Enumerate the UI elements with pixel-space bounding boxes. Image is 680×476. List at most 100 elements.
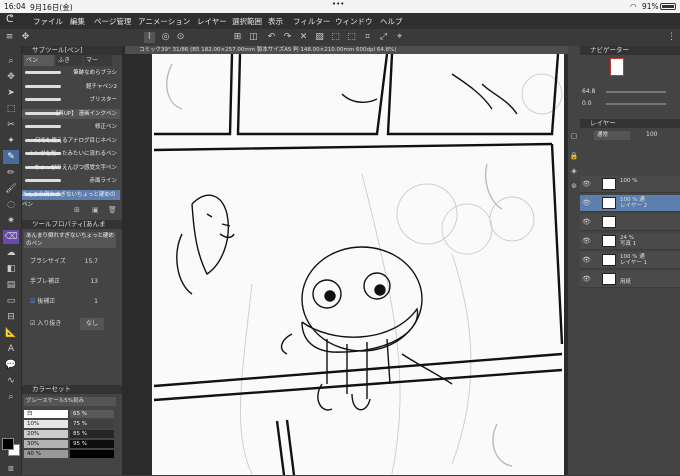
post-correction-value[interactable]: 1 <box>94 296 98 308</box>
transform-icon[interactable]: ◫ <box>248 32 259 43</box>
ruler-icon[interactable]: ◎ <box>160 32 171 43</box>
brush-item[interactable]: トンボを削ったみたいに流れるペン <box>22 149 120 159</box>
brush-item[interactable]: 【再UP】 漫画インクペン <box>22 108 120 119</box>
gray-swatch[interactable]: 75 % <box>70 420 114 428</box>
brush-item[interactable]: 筆跡なめらブラシ <box>22 68 120 78</box>
frame-tool-icon[interactable]: ⊟ <box>3 310 19 324</box>
blend-mode-select[interactable]: 通常 <box>594 131 630 140</box>
scale-icon[interactable]: ⤢ <box>378 32 389 43</box>
zoom-tool-icon[interactable]: ⌕ <box>3 54 19 68</box>
deselect-icon[interactable]: ⬚ <box>330 32 341 43</box>
layer-clip-icon[interactable]: ◈ <box>569 166 579 176</box>
crop-icon[interactable]: ⌗ <box>362 32 373 43</box>
select-tool-icon[interactable]: ⬚ <box>3 102 19 116</box>
document-tab[interactable]: コミック39° 31/86 (B5 182.00×257.00mm 製本サイズA… <box>125 46 568 54</box>
stabilization-value[interactable]: 13 <box>90 276 98 288</box>
brush-size-value[interactable]: 15.7 <box>85 256 98 268</box>
move-tool-icon[interactable]: ✥ <box>3 70 19 84</box>
menu-file[interactable]: ファイル <box>33 16 63 27</box>
layer-opacity[interactable]: 100 <box>646 131 657 138</box>
gray-swatch[interactable]: 40 % <box>24 450 68 458</box>
operation-tool-icon[interactable]: ➤ <box>3 86 19 100</box>
blend-tool-icon[interactable]: ☁ <box>3 246 19 260</box>
eye-icon[interactable]: 👁 <box>582 180 591 188</box>
eraser-tool-icon[interactable]: ⌫ <box>3 230 19 244</box>
brush-size-row[interactable]: ブラシサイズ 15.7 <box>22 256 120 268</box>
gray-swatch[interactable]: 65 % <box>70 410 114 418</box>
eye-icon[interactable]: 👁 <box>582 237 591 245</box>
eye-icon[interactable]: 👁 <box>582 275 591 283</box>
add-subtool-icon[interactable]: ⊞ <box>74 206 80 214</box>
airbrush-tool-icon[interactable]: ◌ <box>3 198 19 212</box>
balloon-tool-icon[interactable]: 💬 <box>3 358 19 372</box>
post-correction-row[interactable]: ☑ 後補正 1 <box>22 296 120 308</box>
color-icon[interactable]: ⊙ <box>175 32 186 43</box>
delete-subtool-icon[interactable]: 🗑 <box>108 206 117 214</box>
gray-swatch[interactable]: 20% <box>24 430 68 438</box>
decoration-tool-icon[interactable]: ✷ <box>3 214 19 228</box>
eye-icon[interactable]: 👁 <box>582 256 591 264</box>
entry-exit-row[interactable]: ☑ 入り抜き なし <box>22 318 120 330</box>
layer-lock-icon[interactable]: 🔒 <box>569 151 579 161</box>
canvas-drawing[interactable] <box>152 54 564 475</box>
grid-icon[interactable]: ⊞ <box>232 32 243 43</box>
brush-item[interactable]: あんまり倒れすぎないちょっと硬めのペン <box>22 189 120 208</box>
angle-slider[interactable] <box>606 103 666 105</box>
lasso-tool-icon[interactable]: ✂ <box>3 118 19 132</box>
layer-row[interactable]: 👁 100 % <box>580 176 680 193</box>
menu-selection[interactable]: 選択範囲 <box>232 16 262 27</box>
brush-item[interactable]: 赤面ライン <box>22 176 120 186</box>
menu-filter[interactable]: フィルター <box>293 16 330 27</box>
navigator-angle[interactable]: 0.0 <box>582 100 592 107</box>
layer-row[interactable]: 👁 100 % 通レイヤー 1 <box>580 252 680 269</box>
tab-pen[interactable]: ペン <box>24 55 54 66</box>
layer-row[interactable]: 👁 <box>580 214 680 231</box>
clip-studio-logo-icon[interactable]: ᕦ <box>6 14 13 25</box>
undo-icon[interactable]: ↶ <box>266 32 277 43</box>
copy-subtool-icon[interactable]: ▣ <box>92 206 99 214</box>
clear-icon[interactable]: ✕ <box>298 32 309 43</box>
stabilization-row[interactable]: 手ブレ補正 13 <box>22 276 120 288</box>
redo-icon[interactable]: ↷ <box>282 32 293 43</box>
eye-icon[interactable]: 👁 <box>582 218 591 226</box>
layer-row[interactable]: 👁 100 % 通レイヤー 2 <box>580 195 680 212</box>
tab-marker[interactable]: マー <box>84 55 112 66</box>
eyedropper-tool-icon[interactable]: ⌕ <box>3 390 19 404</box>
entry-exit-value[interactable]: なし <box>79 318 104 330</box>
brush-tool-icon[interactable]: 🖌 <box>3 182 19 196</box>
color-set-name[interactable]: グレースケール5%刻み <box>24 397 116 406</box>
menu-window[interactable]: ウィンドウ <box>335 16 373 27</box>
fill-tool-icon[interactable]: ◧ <box>3 262 19 276</box>
gradient-tool-icon[interactable]: ▤ <box>3 278 19 292</box>
pencil-tool-icon[interactable]: ✏ <box>3 166 19 180</box>
layer-row[interactable]: 👁 用紙 <box>580 271 680 288</box>
gray-swatch[interactable] <box>70 450 114 458</box>
layer-ref-icon[interactable]: ⊚ <box>569 181 579 191</box>
gray-swatch[interactable]: 10% <box>24 420 68 428</box>
gray-swatch[interactable]: 白 <box>24 410 68 418</box>
ruler-tool-icon[interactable]: 📐 <box>3 326 19 340</box>
gray-swatch[interactable]: 30% <box>24 440 68 448</box>
menu-icon[interactable]: ≡ <box>4 32 15 43</box>
menu-view[interactable]: 表示 <box>268 16 283 27</box>
zoom-slider[interactable] <box>606 91 666 93</box>
brush-item[interactable]: ブリスター <box>22 95 120 105</box>
pen-tool-icon[interactable]: ✎ <box>3 150 19 164</box>
menu-animation[interactable]: アニメーション <box>138 16 190 27</box>
select-icon[interactable]: ⌖ <box>394 32 405 43</box>
stabilize-icon[interactable]: ⌇ <box>144 32 155 43</box>
brush-item[interactable]: 何でも使えるアナログ目じネペン <box>22 136 120 146</box>
menu-page[interactable]: ページ管理 <box>94 16 131 27</box>
transparent-color-icon[interactable]: ▨ <box>3 462 19 476</box>
menu-edit[interactable]: 編集 <box>70 16 85 27</box>
main-color-swatch[interactable] <box>2 438 14 450</box>
text-tool-icon[interactable]: A <box>3 342 19 356</box>
layer-row[interactable]: 👁 24 % 写真 1 <box>580 233 680 250</box>
brush-item[interactable]: 軽チャペン2 <box>22 82 120 92</box>
menu-layer[interactable]: レイヤー <box>197 16 227 27</box>
move-icon[interactable]: ✥ <box>20 32 31 43</box>
brush-item[interactable]: ちょっぴりえんぴつ感覚文字ペン <box>22 163 120 173</box>
fill-icon[interactable]: ▧ <box>314 32 325 43</box>
brush-item[interactable]: 修正ペン <box>22 122 120 132</box>
navigator-zoom[interactable]: 64.8 <box>582 88 595 95</box>
